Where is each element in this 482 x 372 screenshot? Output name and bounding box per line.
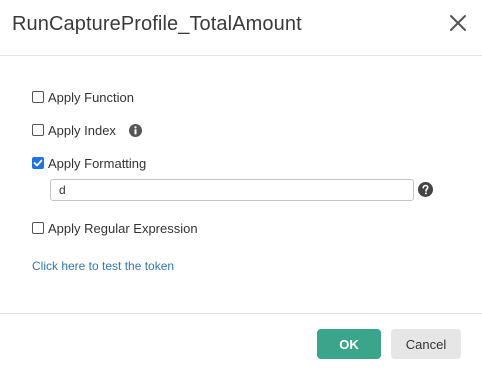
apply-function-option[interactable]: Apply Function: [32, 88, 134, 106]
dialog-title: RunCaptureProfile_TotalAmount: [12, 13, 302, 35]
dialog: RunCaptureProfile_TotalAmount Apply Func…: [0, 0, 482, 372]
ok-button[interactable]: OK: [317, 329, 381, 359]
info-icon[interactable]: [128, 123, 142, 137]
checkmark-icon: [33, 159, 43, 167]
formatting-input[interactable]: [50, 179, 414, 201]
cancel-button[interactable]: Cancel: [391, 329, 461, 359]
apply-regex-checkbox[interactable]: [32, 222, 44, 234]
dialog-header: RunCaptureProfile_TotalAmount: [0, 0, 482, 56]
apply-function-checkbox[interactable]: [32, 91, 44, 103]
apply-index-checkbox[interactable]: [32, 124, 44, 136]
apply-formatting-label: Apply Formatting: [48, 155, 147, 171]
apply-regex-option[interactable]: Apply Regular Expression: [32, 219, 198, 237]
apply-regex-label: Apply Regular Expression: [48, 220, 198, 236]
test-token-link[interactable]: Click here to test the token: [32, 259, 174, 273]
close-icon[interactable]: [447, 12, 469, 34]
apply-formatting-checkbox[interactable]: [32, 157, 44, 169]
apply-function-label: Apply Function: [48, 89, 134, 105]
footer-divider: [0, 313, 482, 314]
help-icon[interactable]: [418, 182, 433, 197]
apply-formatting-option[interactable]: Apply Formatting: [32, 154, 146, 172]
apply-index-option[interactable]: Apply Index: [32, 121, 142, 139]
apply-index-label: Apply Index: [48, 122, 116, 138]
